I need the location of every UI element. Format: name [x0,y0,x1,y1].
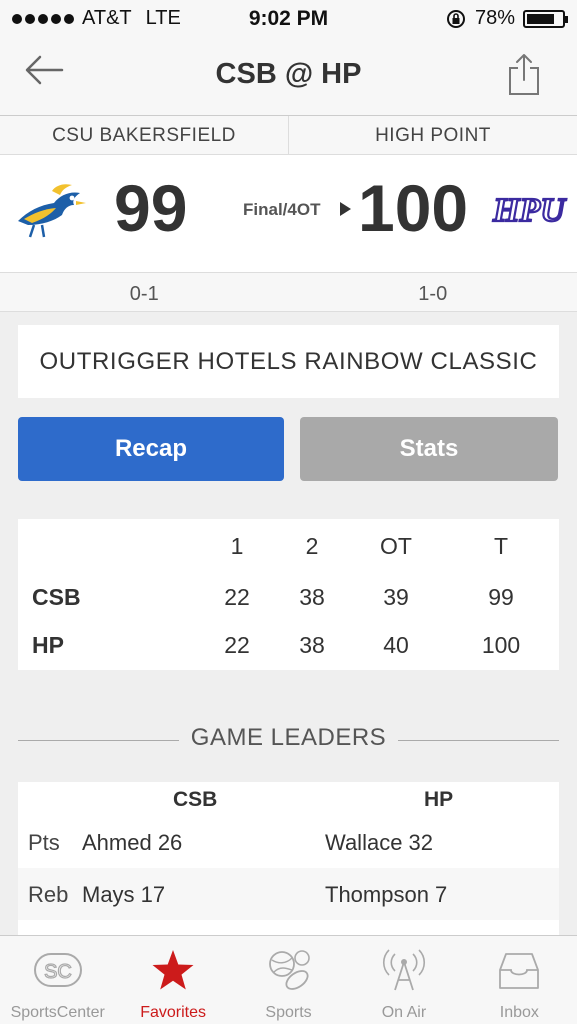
away-record: 0-1 [129,283,159,305]
period-header: 2 [305,533,319,559]
antenna-icon [382,949,425,991]
tab-sportscenter[interactable]: SC SportsCenter [0,936,115,1024]
orientation-lock-icon [446,9,465,28]
linescore-cell: 22 [224,584,250,610]
linescore-cell: 22 [224,632,250,658]
section-title: GAME LEADERS [18,724,559,752]
leaders-row[interactable]: Pts Ahmed 26 Wallace 32 [18,816,559,868]
game-leaders-table: CSB HP Pts Ahmed 26 Wallace 32 Reb Mays … [18,782,559,942]
away-team-name[interactable]: CSU BAKERSFIELD [0,116,289,154]
battery-icon [523,9,568,28]
linescore-header-row: 1 2 OT T [18,533,559,563]
star-icon [152,950,194,990]
period-header: 1 [230,533,244,559]
recap-button-label: Recap [114,435,188,462]
tab-inbox[interactable]: Inbox [462,936,577,1024]
tab-favorites[interactable]: Favorites [115,936,230,1024]
status-bar: AT&T LTE 9:02 PM 78% [0,0,577,38]
recap-button[interactable]: Recap [18,417,284,481]
tab-label: SportsCenter [10,1004,105,1021]
linescore-cell: 40 [383,632,409,658]
linescore-team: CSB [32,584,81,610]
leaders-away-player: Ahmed 26 [82,830,183,855]
sportscenter-icon: SC [33,953,82,987]
sports-balls-icon [268,950,310,990]
tab-label: On Air [381,1004,427,1021]
leaders-row[interactable]: Reb Mays 17 Thompson 7 [18,868,559,920]
inbox-icon [499,953,540,989]
team-records-row: 0-1 1-0 [0,272,577,312]
tab-on-air[interactable]: On Air [346,936,461,1024]
linescore-team: HP [32,632,64,658]
linescore-cell: 38 [299,632,325,658]
leaders-home-player: Wallace 32 [325,830,434,855]
linescore-table: 1 2 OT T CSB 22 38 39 99 HP 22 38 40 100 [18,519,559,670]
battery-percent: 78% [474,7,515,29]
leaders-stat-label: Pts [28,830,60,855]
period-header: OT [380,533,412,559]
status-right: 78% [445,7,568,30]
team-names-row: CSU BAKERSFIELD HIGH POINT [0,116,577,155]
play-arrow-icon [340,202,351,216]
linescore-cell: 39 [383,584,409,610]
stats-button[interactable]: Stats [300,417,558,481]
linescore-total: 99 [488,584,514,610]
tab-sports[interactable]: Sports [231,936,346,1024]
home-team-name[interactable]: HIGH POINT [289,116,577,154]
event-name: OUTRIGGER HOTELS RAINBOW CLASSIC [39,347,538,375]
stats-button-label: Stats [399,435,459,462]
home-record: 1-0 [418,283,448,305]
leaders-stat-label: Reb [28,882,69,907]
away-score: 99 [114,171,188,245]
event-name-card: OUTRIGGER HOTELS RAINBOW CLASSIC [18,325,559,398]
game-status: Final/4OT [243,200,321,219]
leaders-away-header: CSB [173,788,218,811]
svg-text:HPU: HPU [492,192,567,229]
linescore-total: 100 [481,632,521,658]
leaders-away-player: Mays 17 [82,882,166,907]
tab-label: Inbox [499,1004,539,1021]
linescore-row-away: CSB 22 38 39 99 [18,584,559,614]
scoreboard: 99 Final/4OT 100 HPU [0,155,577,272]
navigation-bar: CSB @ HP [0,38,577,116]
linescore-cell: 38 [299,584,325,610]
csub-roadrunner-logo[interactable] [14,181,86,239]
linescore-row-home: HP 22 38 40 100 [18,632,559,662]
total-header: T [493,533,509,559]
leaders-home-header: HP [424,788,454,811]
page-title: CSB @ HP [215,58,362,90]
tab-label: Sports [265,1004,312,1021]
tab-label: Favorites [140,1004,206,1021]
svg-text:SC: SC [44,961,72,983]
share-icon[interactable] [507,52,541,96]
game-leaders-heading: GAME LEADERS [18,724,559,756]
hpu-logo[interactable]: HPU [490,185,568,235]
tab-bar: SC SportsCenter Favorites Sports On Air … [0,935,577,1024]
home-score: 100 [358,171,469,245]
leaders-home-player: Thompson 7 [325,882,448,907]
